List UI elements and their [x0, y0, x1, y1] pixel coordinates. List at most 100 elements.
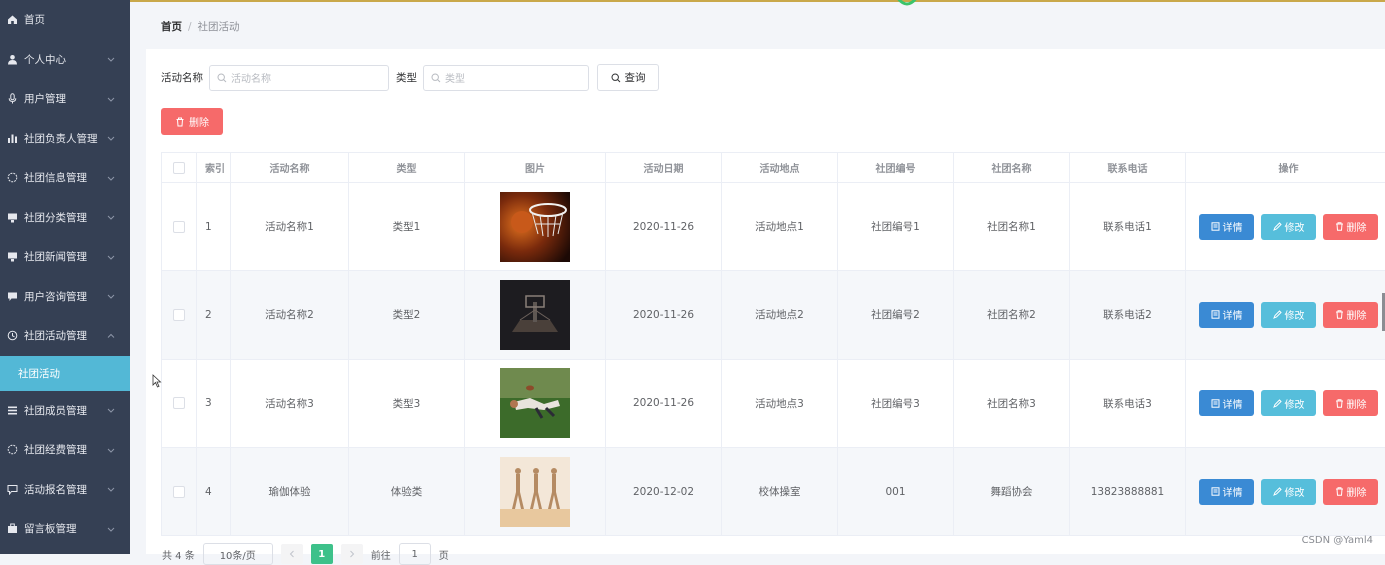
- main-area: 首页 / 社团活动 活动名称 活动名称 类型 类型 查询 删除 索引 活动名称 …: [146, 3, 1385, 554]
- header-activity-name: 活动名称: [231, 153, 349, 182]
- breadcrumb-home[interactable]: 首页: [161, 21, 182, 33]
- sidebar-item-club-news-management[interactable]: 社团新闻管理: [0, 237, 130, 277]
- cell-phone: 联系电话2: [1070, 271, 1186, 359]
- sidebar-item-message-board-management[interactable]: 留言板管理: [0, 509, 130, 549]
- header-index: 索引: [197, 153, 231, 182]
- sidebar-item-label: 社团活动管理: [24, 330, 87, 343]
- briefcase-icon: [7, 523, 18, 534]
- page-size-select[interactable]: 10条/页: [202, 543, 273, 565]
- table-header: 索引 活动名称 类型 图片 活动日期 活动地点 社团编号 社团名称 联系电话 操…: [161, 152, 1385, 183]
- table-row: 3 活动名称3 类型3 2020-11-26 活动地点3 社团编号3 社团名称3…: [161, 359, 1385, 448]
- sidebar-item-club-member-management[interactable]: 社团成员管理: [0, 391, 130, 431]
- edit-button[interactable]: 修改: [1261, 478, 1316, 505]
- sidebar-item-home[interactable]: 首页: [0, 0, 130, 40]
- type-label: 类型: [396, 72, 417, 84]
- cell-activity-name: 活动名称3: [231, 359, 349, 447]
- query-button[interactable]: 查询: [597, 64, 659, 91]
- sidebar-item-activity-signup-management[interactable]: 活动报名管理: [0, 470, 130, 510]
- cell-type: 类型2: [349, 271, 465, 359]
- row-checkbox[interactable]: [173, 485, 185, 498]
- trash-icon: [176, 117, 184, 126]
- delete-button-label: 删除: [1346, 399, 1367, 411]
- activity-table: 索引 活动名称 类型 图片 活动日期 活动地点 社团编号 社团名称 联系电话 操…: [161, 152, 1385, 537]
- cell-activity-date: 2020-11-26: [606, 359, 722, 447]
- cell-actions: 详情 修改 删除: [1186, 271, 1385, 358]
- pencil-icon: [1272, 399, 1282, 408]
- cell-activity-location: 活动地点2: [722, 271, 838, 359]
- cell-image: [465, 447, 606, 536]
- sidebar-item-club-category-management[interactable]: 社团分类管理: [0, 198, 130, 238]
- basketball-hoop-photo[interactable]: [500, 191, 570, 262]
- chevron-down-icon: [107, 448, 115, 453]
- detail-button-label: 详情: [1222, 311, 1243, 323]
- next-page-button[interactable]: [340, 544, 363, 564]
- edit-button[interactable]: 修改: [1261, 390, 1316, 417]
- cell-actions: 详情 修改 删除: [1186, 183, 1385, 270]
- edit-button-label: 修改: [1284, 399, 1305, 411]
- cell-club-number: 社团编号2: [838, 271, 954, 359]
- basketball-court-night-photo[interactable]: [500, 279, 570, 350]
- delete-button[interactable]: 删除: [1323, 213, 1378, 240]
- header-divider: [130, 0, 1385, 2]
- trash-icon: [1335, 222, 1343, 231]
- sidebar-item-club-info-management[interactable]: 社团信息管理: [0, 158, 130, 198]
- sidebar-item-club-activity-management[interactable]: 社团活动管理: [0, 316, 130, 356]
- type-input[interactable]: 类型: [423, 64, 589, 91]
- header-phone: 联系电话: [1070, 153, 1186, 182]
- sidebar-item-club-activity[interactable]: 社团活动: [0, 355, 130, 391]
- cell-activity-name: 活动名称2: [231, 271, 349, 359]
- delete-button[interactable]: 删除: [1323, 478, 1378, 505]
- delete-button-label: 删除: [1346, 488, 1367, 500]
- detail-button[interactable]: 详情: [1199, 390, 1254, 417]
- page-number-current[interactable]: 1: [310, 544, 333, 564]
- prev-page-button[interactable]: [280, 544, 303, 564]
- delete-button[interactable]: 删除: [1323, 301, 1378, 328]
- row-checkbox[interactable]: [173, 308, 185, 321]
- cell-club-number: 社团编号1: [838, 183, 954, 271]
- sidebar-item-club-leader-management[interactable]: 社团负责人管理: [0, 119, 130, 159]
- activity-name-input[interactable]: 活动名称: [209, 64, 389, 91]
- cell-club-name: 舞蹈协会: [954, 447, 1070, 536]
- table-row: 4 瑜伽体验 体验类 2020-12-02 校体操室 001 舞蹈协会 1382…: [161, 447, 1385, 537]
- cell-activity-location: 校体操室: [722, 447, 838, 536]
- sidebar-item-label: 社团活动: [18, 367, 60, 380]
- page-size-value: 10条/页: [219, 550, 256, 562]
- cell-actions: 详情 修改 删除: [1186, 360, 1385, 447]
- chevron-down-icon: [107, 97, 115, 102]
- sidebar-item-label: 社团经费管理: [24, 444, 87, 457]
- sidebar-item-user-consult-management[interactable]: 用户咨询管理: [0, 277, 130, 317]
- delete-button-label: 删除: [1346, 311, 1367, 323]
- detail-button[interactable]: 详情: [1199, 301, 1254, 328]
- trash-icon: [1335, 487, 1343, 496]
- activity-name-label: 活动名称: [161, 72, 203, 84]
- pencil-icon: [1272, 487, 1282, 496]
- yoga-class-photo[interactable]: [500, 456, 570, 527]
- select-all-checkbox[interactable]: [173, 161, 185, 174]
- edit-button-label: 修改: [1284, 488, 1305, 500]
- cell-club-number: 001: [838, 447, 954, 536]
- goto-page-input[interactable]: 1: [398, 543, 431, 565]
- row-checkbox[interactable]: [173, 397, 185, 410]
- rugby-player-photo[interactable]: [500, 368, 570, 439]
- sidebar-item-user-management[interactable]: 用户管理: [0, 79, 130, 119]
- batch-delete-button[interactable]: 删除: [161, 108, 223, 135]
- trash-icon: [1335, 310, 1343, 320]
- circle-icon: [7, 172, 18, 183]
- sidebar-item-club-funds-management[interactable]: 社团经费管理: [0, 430, 130, 470]
- document-icon: [1211, 310, 1219, 320]
- edit-button[interactable]: 修改: [1261, 301, 1316, 328]
- cell-image: [465, 271, 606, 359]
- detail-button[interactable]: 详情: [1199, 478, 1254, 505]
- chevron-down-icon: [107, 255, 115, 260]
- monitor-icon: [7, 212, 18, 223]
- row-checkbox[interactable]: [173, 220, 185, 233]
- edit-button[interactable]: 修改: [1261, 213, 1316, 240]
- chevron-down-icon: [107, 136, 115, 141]
- detail-button[interactable]: 详情: [1199, 213, 1254, 240]
- delete-button-label: 删除: [1346, 223, 1367, 235]
- sidebar-item-personal-center[interactable]: 个人中心: [0, 40, 130, 80]
- content-panel: 活动名称 活动名称 类型 类型 查询 删除 索引 活动名称 类型 图片 活动日期…: [146, 49, 1385, 554]
- cell-activity-name: 瑜伽体验: [231, 447, 349, 536]
- table-row: 2 活动名称2 类型2 2020-11-26 活动地点2 社团编号2 社团名称2…: [161, 271, 1385, 360]
- delete-button[interactable]: 删除: [1323, 390, 1378, 417]
